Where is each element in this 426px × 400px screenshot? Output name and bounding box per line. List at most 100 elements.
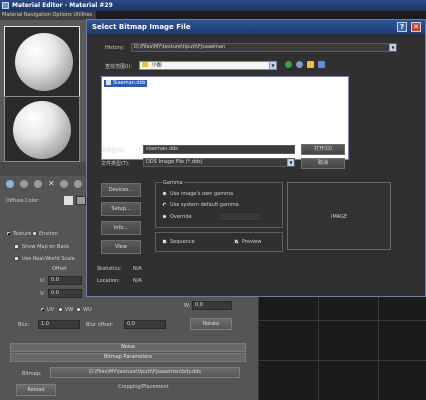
filename-label: 文件名(N):	[101, 148, 126, 154]
sequence-label: Sequence	[170, 239, 195, 245]
lookin-value: 小图	[151, 62, 162, 68]
help-icon[interactable]: ?	[397, 22, 407, 32]
override-gamma-field[interactable]	[218, 212, 262, 221]
material-editor-menu[interactable]: Material Navigation Options Utilities	[0, 11, 96, 20]
open-button[interactable]: 打开(O)	[301, 144, 345, 155]
vw-label: VW	[65, 307, 74, 313]
diffuse-color-label: Diffuse Color:	[6, 198, 40, 204]
u-label: U:	[40, 278, 46, 284]
make-unique-icon[interactable]	[74, 180, 82, 188]
chevron-down-icon: ▼	[269, 62, 276, 69]
preview-checkbox[interactable]: ✓	[234, 239, 239, 245]
gamma-title: Gamma	[162, 180, 184, 186]
setup-button[interactable]: Setup...	[101, 202, 141, 216]
environ-radio-label: Environ	[39, 231, 58, 237]
real-world-scale-label: Use Real-World Scale	[22, 256, 75, 262]
chevron-down-icon: ▼	[287, 159, 294, 166]
w-angle-field[interactable]: 0.0	[192, 301, 232, 310]
use-default-gamma-label: Use system default gamma	[170, 202, 239, 208]
image-preview: IMAGE	[287, 182, 391, 250]
history-value: D:\Files\MY\texture\tiputt\Fjsaaeman	[134, 44, 226, 50]
folder-icon	[142, 62, 148, 67]
blur-field[interactable]: 1.0	[38, 320, 80, 329]
close-icon[interactable]: ✕	[411, 22, 421, 32]
sequence-preview-group: Sequence ✓ Preview	[155, 232, 283, 252]
blur-offset-label: Blur offset:	[86, 322, 114, 328]
uv-radio[interactable]	[40, 307, 45, 312]
location-value: N/A	[133, 278, 142, 284]
lookin-label: 查找范围(I):	[105, 64, 133, 70]
filename-input[interactable]: siaeman.dds	[143, 145, 295, 154]
file-item-name: Siaeman.dds	[113, 80, 146, 86]
statistics-value: N/A	[133, 266, 142, 272]
w-label: W:	[184, 303, 191, 309]
rotate-button[interactable]: Rotate	[190, 318, 232, 330]
view-menu-icon[interactable]	[318, 61, 325, 68]
file-list-item[interactable]: Siaeman.dds	[104, 80, 148, 87]
lookin-dropdown[interactable]: 小图 ▼	[139, 61, 277, 70]
sample-slot-1[interactable]	[4, 26, 80, 98]
get-material-icon[interactable]	[6, 180, 14, 188]
info-button[interactable]: Info...	[101, 221, 141, 235]
sequence-checkbox[interactable]	[162, 239, 167, 244]
material-sphere	[15, 33, 73, 91]
slot-scrollbar[interactable]	[0, 162, 86, 176]
bitmap-parameters-rollout[interactable]: Bitmap Parameters	[10, 353, 246, 362]
bitmap-path-button[interactable]: D:\Files\MY\texture\tiputt\Fjsaaeman\bdy…	[50, 367, 240, 378]
preview-label: Preview	[242, 239, 262, 245]
blur-offset-field[interactable]: 0.0	[124, 320, 166, 329]
offset-label: Offset	[52, 266, 68, 272]
filetype-value: DDS Image File (*.dds)	[146, 159, 203, 165]
location-label: Location:	[97, 278, 120, 284]
gamma-group: Gamma Use image's own gamma Use system d…	[155, 180, 283, 228]
sample-slot-2[interactable]	[4, 96, 80, 162]
view-button[interactable]: View	[101, 240, 141, 254]
preview-image-label: IMAGE	[331, 214, 348, 220]
u-offset-field[interactable]: 0.0	[48, 276, 82, 285]
v-label: V:	[40, 291, 45, 297]
file-icon	[106, 80, 111, 85]
noise-rollout[interactable]: Noise	[10, 343, 246, 352]
new-folder-icon[interactable]	[307, 61, 314, 68]
reload-button[interactable]: Reload	[16, 384, 56, 396]
cancel-button[interactable]: 取消	[301, 158, 345, 169]
material-editor-title-bar: Material Editor - Material #29	[0, 0, 426, 11]
app-icon	[2, 2, 9, 9]
history-dropdown[interactable]: D:\Files\MY\texture\tiputt\Fjsaaeman ▼	[131, 43, 397, 52]
reset-map-icon[interactable]: ✕	[48, 180, 56, 188]
wu-radio[interactable]	[76, 307, 81, 312]
devices-button[interactable]: Devices...	[101, 183, 141, 197]
wu-label: WU	[83, 307, 92, 313]
map-button[interactable]	[76, 196, 86, 205]
dialog-title-bar: Select Bitmap Image File ? ✕	[87, 20, 425, 34]
back-icon[interactable]	[285, 61, 292, 68]
filetype-dropdown[interactable]: DDS Image File (*.dds) ▼	[143, 158, 295, 167]
material-sphere	[13, 101, 71, 159]
vw-radio[interactable]	[58, 307, 63, 312]
material-editor-title: Material Editor - Material #29	[12, 2, 113, 9]
copy-material-icon[interactable]	[60, 180, 68, 188]
chevron-down-icon: ▼	[389, 44, 396, 51]
texture-radio[interactable]	[6, 231, 11, 236]
use-own-gamma-radio[interactable]	[162, 191, 167, 196]
select-bitmap-dialog: Select Bitmap Image File ? ✕ History: D:…	[86, 19, 426, 297]
environ-radio[interactable]	[32, 231, 37, 236]
v-offset-field[interactable]: 0.0	[48, 289, 82, 298]
cropping-placement-label: Cropping/Placement	[118, 384, 169, 390]
override-gamma-radio[interactable]	[162, 214, 167, 219]
bitmap-label: Bitmap:	[22, 371, 42, 377]
assign-material-icon[interactable]	[34, 180, 42, 188]
real-world-scale-checkbox[interactable]	[14, 256, 19, 261]
blur-label: Blur:	[18, 322, 30, 328]
eyedropper-icon[interactable]	[64, 196, 73, 205]
show-map-on-back-label: Show Map on Back	[22, 244, 70, 250]
filename-value: siaeman.dds	[146, 146, 178, 152]
use-own-gamma-label: Use image's own gamma	[170, 191, 234, 197]
uv-label: UV	[47, 307, 55, 313]
put-to-scene-icon[interactable]	[20, 180, 28, 188]
use-default-gamma-radio[interactable]	[162, 202, 167, 207]
filetype-label: 文件类型(T):	[101, 161, 130, 167]
sample-slots	[0, 20, 86, 162]
up-folder-icon[interactable]	[296, 61, 303, 68]
show-map-on-back-checkbox[interactable]	[14, 244, 19, 249]
